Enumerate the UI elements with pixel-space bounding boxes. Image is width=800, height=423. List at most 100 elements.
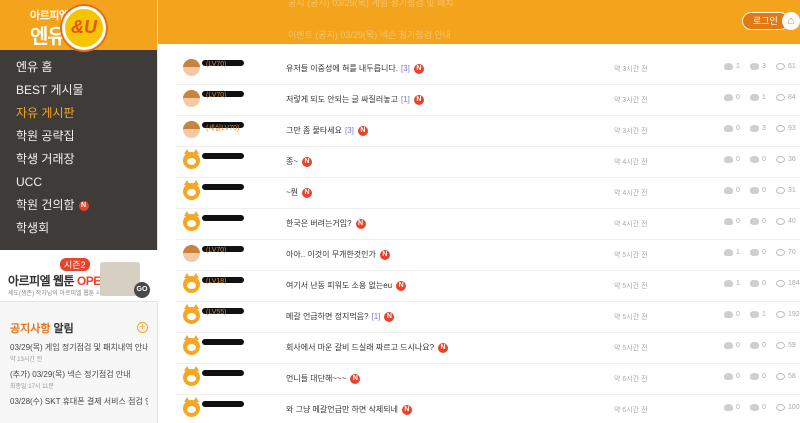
post-row[interactable]: (LV70) 아아.. 이것이 무개한것인가 N 약 5시간 전 1 0 70 bbox=[176, 240, 800, 271]
writer-level: (LV70) bbox=[206, 61, 227, 68]
post-title-text: 유저들 이중성에 혀를 내두릅니다. bbox=[286, 64, 398, 73]
post-time: 약 5시간 전 bbox=[614, 314, 648, 321]
post-title[interactable]: 저렇게 되도 안되는 글 싸질러놓고 [1] N bbox=[286, 94, 424, 105]
post-time: 약 4시간 전 bbox=[614, 159, 648, 166]
notice-text: 03/29(목) 게임 정기점검 및 패치내역 안내 bbox=[10, 343, 148, 352]
post-title[interactable]: 회사에서 마운 갈비 드실래 짜르고 드시나요? N bbox=[286, 342, 449, 353]
new-badge: N bbox=[384, 311, 395, 322]
reply-count: 0 bbox=[750, 342, 766, 349]
post-row[interactable]: (LV18) 여기서 난동 피워도 소용 없는eu N 약 5시간 전 1 0 184 bbox=[176, 271, 800, 302]
post-row[interactable]: (세실LV70) 그만 좀 물타세요 [3] N 약 3시간 전 0 3 93 bbox=[176, 116, 800, 147]
sidebar-item[interactable]: 학원 공략집 bbox=[0, 125, 157, 148]
post-title-text: 메갈 언급하면 정지먹음? bbox=[286, 312, 369, 321]
post-title[interactable]: 여기서 난동 피워도 소용 없는eu N bbox=[286, 280, 407, 291]
like-count-value: 0 bbox=[736, 125, 740, 132]
view-count: 58 bbox=[776, 373, 796, 380]
sidebar-item[interactable]: UCC bbox=[0, 171, 157, 194]
notice-list: 03/29(목) 게임 정기점검 및 패치내역 안내 약 13시간 전 (추가) 0… bbox=[0, 342, 158, 423]
like-count-value: 0 bbox=[736, 404, 740, 411]
post-row[interactable]: 와 그냥 메갈언급만 하면 삭제되네 N 약 6시간 전 0 0 100 bbox=[176, 395, 800, 423]
post-title[interactable]: ~뭔 N bbox=[286, 187, 313, 198]
post-title[interactable]: 그만 좀 물타세요 [3] N bbox=[286, 125, 368, 136]
post-title[interactable]: 메갈 언급하면 정지먹음? [1] N bbox=[286, 311, 395, 322]
new-badge: N bbox=[355, 218, 366, 229]
comment-icon bbox=[750, 342, 759, 349]
post-row[interactable]: 언니들 대단해~~~ N 약 6시간 전 0 0 58 bbox=[176, 364, 800, 395]
reply-count-value: 0 bbox=[762, 404, 766, 411]
webtoon-banner[interactable]: 시즌2 아르피엘 웹툰 OPEN 세도(생존) 작가님의 아르피엘 웹툰 시즌2… bbox=[0, 250, 158, 302]
post-row[interactable]: (LV55) 메갈 언급하면 정지먹음? [1] N 약 5시간 전 0 1 192 bbox=[176, 302, 800, 333]
reply-count-value: 3 bbox=[762, 125, 766, 132]
eye-icon bbox=[776, 94, 785, 101]
post-row[interactable]: 한국은 버려는거임? N 약 4시간 전 0 0 40 bbox=[176, 209, 800, 240]
post-row[interactable]: 종~ N 약 4시간 전 0 0 36 bbox=[176, 147, 800, 178]
sidebar-item[interactable]: 학생 거래장 bbox=[0, 148, 157, 171]
sidebar-item[interactable]: 학원 건의함 N bbox=[0, 194, 157, 217]
site-logo[interactable]: 아르피엘 엔유 &U bbox=[0, 0, 157, 50]
sidebar-item[interactable]: 엔유 홈 bbox=[0, 56, 157, 79]
comment-count: [3] bbox=[344, 126, 354, 135]
redacted-name bbox=[202, 339, 244, 345]
view-count: 59 bbox=[776, 342, 796, 349]
like-count: 0 bbox=[724, 218, 740, 225]
post-title[interactable]: 와 그냥 메갈언급만 하면 삭제되네 N bbox=[286, 404, 412, 415]
notice-item[interactable]: 03/28(수) SKT 휴대폰 결제 서비스 점검 안 bbox=[0, 396, 158, 423]
comment-count: [1] bbox=[371, 312, 381, 321]
avatar bbox=[183, 245, 200, 262]
reply-count: 0 bbox=[750, 280, 766, 287]
writer-level: (LV70) bbox=[206, 92, 227, 99]
logo-mark-icon: &U bbox=[62, 6, 106, 50]
sidebar-item[interactable]: 자유 게시판 bbox=[0, 102, 157, 125]
post-time: 약 5시간 전 bbox=[614, 283, 648, 290]
cat-face bbox=[187, 282, 196, 289]
heart-icon bbox=[724, 218, 733, 225]
reply-count: 0 bbox=[750, 249, 766, 256]
post-title[interactable]: 유저들 이중성에 혀를 내두릅니다. [3] N bbox=[286, 63, 424, 74]
post-title[interactable]: 아아.. 이것이 무개한것인가 N bbox=[286, 249, 390, 260]
post-title[interactable]: 종~ N bbox=[286, 156, 313, 167]
new-badge: N bbox=[379, 249, 390, 260]
banner-subtitle: 세도(생존) 작가님의 아르피엘 웹툰 시즌2 bbox=[8, 291, 111, 297]
post-time: 약 5시간 전 bbox=[614, 252, 648, 259]
like-count-value: 1 bbox=[736, 63, 740, 70]
post-title-text: 언니들 대단해~~~ bbox=[286, 374, 347, 383]
like-count: 1 bbox=[724, 280, 740, 287]
sidebar-item[interactable]: 학생회 bbox=[0, 217, 157, 240]
reply-count-value: 3 bbox=[762, 63, 766, 70]
view-count: 40 bbox=[776, 218, 796, 225]
like-count-value: 1 bbox=[736, 249, 740, 256]
reply-count: 1 bbox=[750, 94, 766, 101]
view-count: 31 bbox=[776, 187, 796, 194]
house-icon[interactable]: ⌂ bbox=[782, 12, 800, 30]
post-row[interactable]: (LV70) 저렇게 되도 안되는 글 싸질러놓고 [1] N 약 3시간 전 0 1 84 bbox=[176, 85, 800, 116]
post-title[interactable]: 한국은 버려는거임? N bbox=[286, 218, 366, 229]
sidebar-item[interactable]: BEST 게시물 bbox=[0, 79, 157, 102]
redacted-name bbox=[202, 401, 244, 407]
view-count: 70 bbox=[776, 249, 796, 256]
post-title-text: ~뭔 bbox=[286, 188, 299, 197]
view-count-value: 59 bbox=[788, 342, 796, 349]
writer-level: (세실LV70) bbox=[206, 125, 240, 132]
post-title-text: 종~ bbox=[286, 157, 299, 166]
post-title[interactable]: 언니들 대단해~~~ N bbox=[286, 373, 361, 384]
view-count: 61 bbox=[776, 63, 796, 70]
like-count: 0 bbox=[724, 187, 740, 194]
notice-item[interactable]: (추가) 03/29(목) 넥슨 정기점검 안내 최종일 17시 11분 bbox=[0, 369, 158, 396]
banner-go-button[interactable]: GO bbox=[134, 282, 150, 298]
notice-item[interactable]: 03/29(목) 게임 정기점검 및 패치내역 안내 약 13시간 전 bbox=[0, 342, 158, 369]
post-row[interactable]: ~뭔 N 약 4시간 전 0 0 31 bbox=[176, 178, 800, 209]
like-count: 0 bbox=[724, 311, 740, 318]
post-row[interactable]: 회사에서 마운 갈비 드실래 짜르고 드시나요? N 약 5시간 전 0 0 59 bbox=[176, 333, 800, 364]
post-row[interactable]: (LV70) 유저들 이중성에 혀를 내두릅니다. [3] N 약 3시간 전 1 3 61 bbox=[176, 54, 800, 85]
view-count-value: 100 bbox=[788, 404, 800, 411]
new-badge: N bbox=[350, 373, 361, 384]
view-count: 192 bbox=[776, 311, 800, 318]
cat-face bbox=[187, 313, 196, 320]
notice-more-button[interactable]: + bbox=[137, 322, 148, 333]
reply-count: 0 bbox=[750, 218, 766, 225]
new-badge: N bbox=[438, 342, 449, 353]
notice-ticker-1: 공지 (공지) 03/29(목) 게임 정기점검 및 패치 bbox=[288, 0, 454, 8]
heart-icon bbox=[724, 156, 733, 163]
writer-level: (LV18) bbox=[206, 278, 227, 285]
sidebar: 아르피엘 엔유 &U 엔유 홈 BEST 게시물 자유 게시판 학원 공략집 학생 거래… bbox=[0, 0, 158, 423]
